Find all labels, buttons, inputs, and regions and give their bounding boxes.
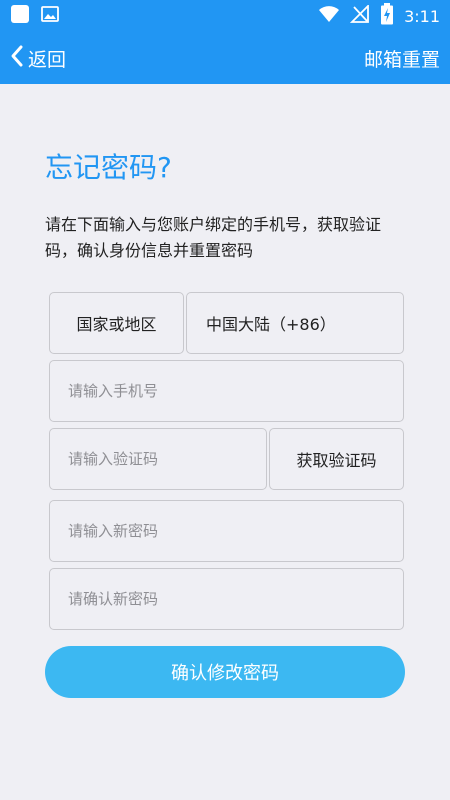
confirm-password-input[interactable]: [68, 590, 385, 608]
battery-charging-icon: [380, 3, 394, 29]
wifi-icon: [318, 5, 340, 27]
page-title: 忘记密码?: [45, 151, 172, 184]
navigation-bar: 返回 邮箱重置: [0, 32, 450, 84]
chevron-left-icon: [10, 44, 24, 72]
country-selector[interactable]: 中国大陆（+86）: [186, 292, 404, 354]
reset-form: 忘记密码? 请在下面输入与您账户绑定的手机号，获取验证码，确认身份信息并重置密码…: [0, 84, 450, 800]
image-notification-icon: [40, 4, 60, 28]
no-signal-icon: [349, 3, 370, 27]
get-code-button[interactable]: 获取验证码: [269, 428, 404, 490]
phone-field[interactable]: [49, 360, 404, 422]
new-password-input[interactable]: [68, 522, 385, 540]
code-field[interactable]: [49, 428, 267, 490]
instructions: 请在下面输入与您账户绑定的手机号，获取验证码，确认身份信息并重置密码: [45, 215, 382, 260]
get-code-label: 获取验证码: [296, 451, 377, 470]
clock: 3:11: [404, 6, 440, 26]
code-input[interactable]: [68, 450, 248, 468]
back-label: 返回: [28, 48, 67, 71]
country-label: 国家或地区: [76, 315, 157, 334]
confirm-password-field[interactable]: [49, 568, 404, 630]
status-bar: 3:11: [0, 0, 450, 32]
country-value: 中国大陆（+86）: [206, 315, 336, 334]
email-reset-link[interactable]: 邮箱重置: [364, 45, 440, 72]
app-notification-icon: [10, 4, 30, 28]
back-button[interactable]: 返回: [10, 44, 66, 72]
phone-input[interactable]: [68, 382, 385, 400]
confirm-change-password-button[interactable]: 确认修改密码: [45, 646, 405, 698]
country-label-box: 国家或地区: [49, 292, 184, 354]
new-password-field[interactable]: [49, 500, 404, 562]
